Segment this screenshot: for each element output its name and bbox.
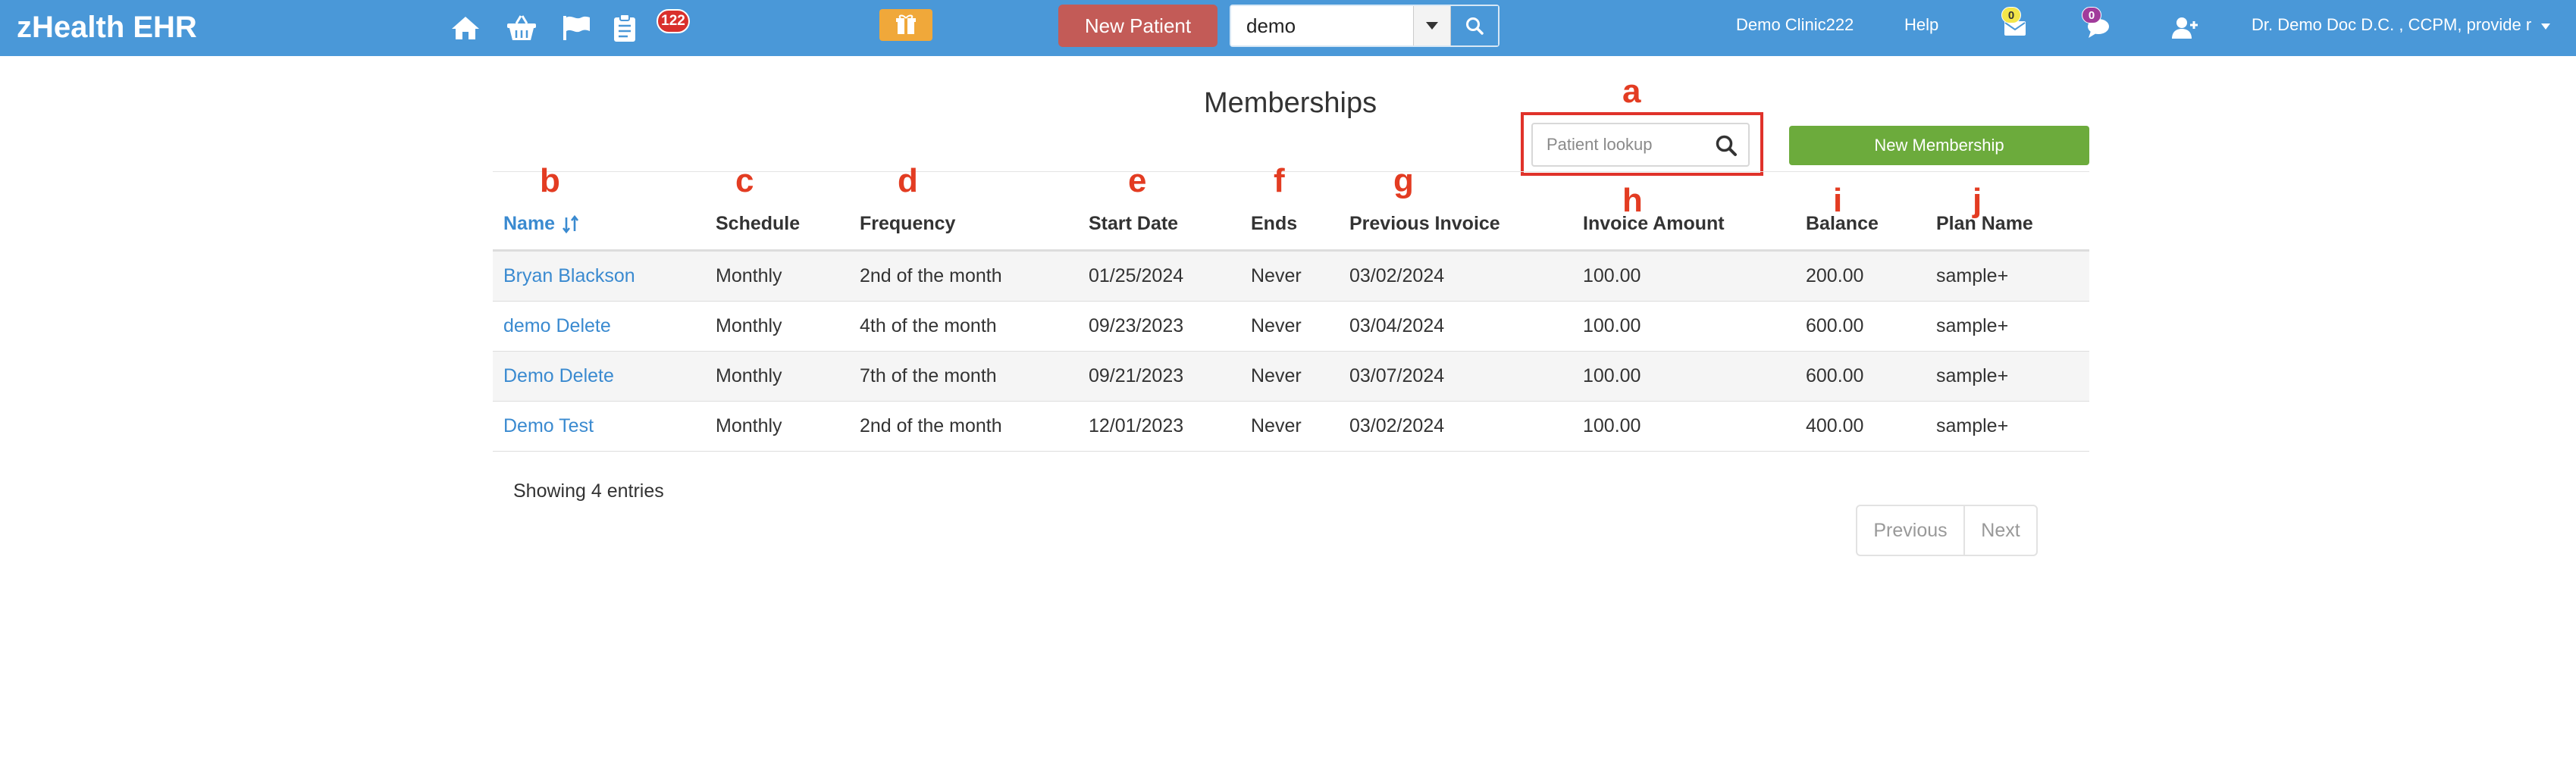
plan-name-cell: sample+ — [1936, 265, 2009, 286]
search-icon — [1466, 17, 1484, 35]
balance-cell: 200.00 — [1806, 265, 1864, 286]
schedule-cell: Monthly — [716, 365, 782, 386]
global-search-button[interactable] — [1451, 6, 1498, 45]
mail-button[interactable]: 0 — [1998, 7, 2032, 43]
patient-lookup-placeholder: Patient lookup — [1547, 135, 1653, 154]
ends-cell: Never — [1251, 415, 1302, 436]
add-user-icon — [2172, 17, 2198, 39]
global-search: demo — [1230, 5, 1500, 47]
frequency-cell: 2nd of the month — [860, 415, 1002, 436]
next-page-button[interactable]: Next — [1965, 506, 2036, 555]
frequency-cell: 2nd of the month — [860, 265, 1002, 286]
previous-invoice-cell: 03/04/2024 — [1349, 315, 1445, 336]
plan-name-cell: sample+ — [1936, 315, 2009, 336]
global-search-input[interactable]: demo — [1231, 6, 1413, 45]
column-header-name-label: Name — [503, 213, 556, 234]
frequency-cell: 4th of the month — [860, 315, 997, 336]
plan-name-cell: sample+ — [1936, 415, 2009, 436]
column-header-start-date[interactable]: Start Date — [1089, 199, 1178, 249]
annotation-e: e — [1128, 162, 1147, 199]
schedule-cell: Monthly — [716, 315, 782, 336]
entries-info: Showing 4 entries — [513, 480, 664, 502]
column-header-name[interactable]: Name — [503, 199, 581, 249]
top-navbar: zHealth EHR 122 New Patient demo Demo Cl… — [0, 0, 2576, 56]
invoice-amount-cell: 100.00 — [1583, 265, 1641, 286]
user-menu[interactable]: Dr. Demo Doc D.C. , CCPM, provide r — [2252, 14, 2551, 36]
plan-name-cell: sample+ — [1936, 365, 2009, 386]
column-header-frequency[interactable]: Frequency — [860, 199, 955, 249]
annotation-a: a — [1622, 73, 1641, 110]
page-title: Memberships — [1204, 87, 1377, 119]
table-row: Demo Test Monthly 2nd of the month 12/01… — [493, 402, 2089, 452]
clipboard-icon[interactable] — [608, 13, 641, 43]
schedule-cell: Monthly — [716, 415, 782, 436]
ends-cell: Never — [1251, 365, 1302, 386]
caret-down-icon — [1426, 22, 1438, 30]
annotation-b: b — [540, 162, 560, 199]
frequency-cell: 7th of the month — [860, 365, 997, 386]
gift-card-button[interactable] — [879, 9, 932, 41]
patient-name-link[interactable]: Demo Delete — [503, 352, 614, 401]
previous-invoice-cell: 03/02/2024 — [1349, 415, 1445, 436]
basket-icon[interactable] — [505, 13, 538, 43]
patient-name-link[interactable]: Bryan Blackson — [503, 252, 635, 301]
ends-cell: Never — [1251, 315, 1302, 336]
mail-count-badge: 0 — [2001, 7, 2021, 23]
pagination: Previous Next — [1856, 505, 2038, 556]
schedule-cell: Monthly — [716, 265, 782, 286]
balance-cell: 600.00 — [1806, 365, 1864, 386]
notification-count-badge[interactable]: 122 — [657, 9, 690, 33]
sort-icon[interactable] — [561, 214, 581, 234]
column-header-previous-invoice[interactable]: Previous Invoice — [1349, 199, 1500, 249]
header-divider — [493, 171, 2089, 172]
annotation-c: c — [735, 162, 754, 199]
start-date-cell: 12/01/2023 — [1089, 415, 1184, 436]
balance-cell: 600.00 — [1806, 315, 1864, 336]
search-icon[interactable] — [1715, 134, 1738, 157]
annotation-f: f — [1274, 162, 1285, 199]
previous-invoice-cell: 03/07/2024 — [1349, 365, 1445, 386]
invoice-amount-cell: 100.00 — [1583, 315, 1641, 336]
start-date-cell: 09/21/2023 — [1089, 365, 1184, 386]
memberships-table: Name Schedule Frequency Start Date Ends … — [493, 199, 2089, 452]
balance-cell: 400.00 — [1806, 415, 1864, 436]
column-header-invoice-amount[interactable]: Invoice Amount — [1583, 199, 1725, 249]
start-date-cell: 01/25/2024 — [1089, 265, 1184, 286]
previous-invoice-cell: 03/02/2024 — [1349, 265, 1445, 286]
messages-button[interactable]: 0 — [2082, 7, 2115, 43]
brand-logo[interactable]: zHealth EHR — [17, 9, 197, 45]
messages-count-badge: 0 — [2082, 7, 2101, 23]
patient-name-link[interactable]: Demo Test — [503, 402, 594, 451]
table-header-row: Name Schedule Frequency Start Date Ends … — [493, 199, 2089, 252]
annotation-g: g — [1393, 162, 1414, 199]
table-row: Demo Delete Monthly 7th of the month 09/… — [493, 352, 2089, 402]
column-header-plan-name[interactable]: Plan Name — [1936, 199, 2033, 249]
column-header-balance[interactable]: Balance — [1806, 199, 1879, 249]
new-membership-button[interactable]: New Membership — [1789, 126, 2089, 165]
annotation-d: d — [898, 162, 918, 199]
help-link[interactable]: Help — [1904, 14, 1938, 36]
table-row: demo Delete Monthly 4th of the month 09/… — [493, 302, 2089, 352]
table-row: Bryan Blackson Monthly 2nd of the month … — [493, 252, 2089, 302]
patient-lookup-input[interactable]: Patient lookup — [1531, 123, 1750, 167]
column-header-schedule[interactable]: Schedule — [716, 199, 800, 249]
add-user-button[interactable] — [2168, 13, 2202, 43]
search-type-dropdown[interactable] — [1413, 6, 1451, 45]
invoice-amount-cell: 100.00 — [1583, 415, 1641, 436]
new-patient-button[interactable]: New Patient — [1058, 5, 1217, 47]
home-icon[interactable] — [449, 13, 482, 43]
flag-icon[interactable] — [559, 13, 593, 43]
previous-page-button[interactable]: Previous — [1857, 506, 1963, 555]
patient-name-link[interactable]: demo Delete — [503, 302, 611, 351]
caret-down-icon — [2541, 23, 2551, 30]
clinic-selector[interactable]: Demo Clinic222 — [1736, 14, 1854, 36]
invoice-amount-cell: 100.00 — [1583, 365, 1641, 386]
ends-cell: Never — [1251, 265, 1302, 286]
user-name: Dr. Demo Doc D.C. , CCPM, provide r — [2252, 15, 2532, 34]
gift-icon — [896, 14, 916, 34]
column-header-ends[interactable]: Ends — [1251, 199, 1297, 249]
start-date-cell: 09/23/2023 — [1089, 315, 1184, 336]
